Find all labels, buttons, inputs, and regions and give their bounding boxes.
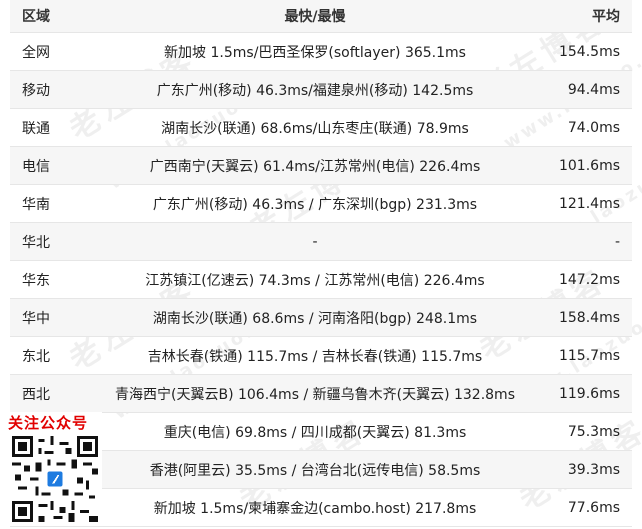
cell-average: - <box>614 233 620 250</box>
header-region: 区域 <box>22 9 50 25</box>
promo-title: 关注公众号 <box>8 414 89 432</box>
table-row: 华中 湖南长沙(联通) 68.6ms / 河南洛阳(bgp) 248.1ms 158… <box>10 299 632 337</box>
cell-fastest-slowest: - <box>312 233 318 250</box>
cell-region: 移动 <box>22 82 50 99</box>
cell-region: 联通 <box>22 120 50 137</box>
table-row: 华南 广东广州(移动) 46.3ms / 广东深圳(bgp) 231.3ms 121… <box>10 185 632 223</box>
cell-fastest-slowest: 江苏镇江(亿速云) 74.3ms / 江苏常州(电信) 226.4ms <box>145 272 485 289</box>
cell-average: 75.3ms <box>567 423 620 440</box>
table-row: 电信 广西南宁(天翼云) 61.4ms/江苏常州(电信) 226.4ms 101.6… <box>10 147 632 185</box>
table-row: 香港(阿里云) 35.5ms / 台湾台北(远传电信) 58.5ms 39.3ms <box>10 451 632 489</box>
table-row: 华东 江苏镇江(亿速云) 74.3ms / 江苏常州(电信) 226.4ms 147… <box>10 261 632 299</box>
cell-fastest-slowest: 新加坡 1.5ms/柬埔寨金边(cambo.host) 217.8ms <box>153 500 477 517</box>
table-header-row: 区域 最快/最慢 平均 <box>10 0 632 33</box>
cell-fastest-slowest: 湖南长沙(联通) 68.6ms/山东枣庄(联通) 78.9ms <box>161 120 469 137</box>
cell-region: 电信 <box>22 158 50 175</box>
cell-fastest-slowest: 广东广州(移动) 46.3ms/福建泉州(移动) 142.5ms <box>156 82 474 99</box>
cell-average: 115.7ms <box>558 347 620 364</box>
qr-code-icon <box>12 436 98 522</box>
cell-region: 华中 <box>22 310 50 327</box>
cell-fastest-slowest: 重庆(电信) 69.8ms / 四川成都(天翼云) 81.3ms <box>163 424 467 441</box>
table-row: 东北 吉林长春(铁通) 115.7ms / 吉林长春(铁通) 115.7ms 115… <box>10 337 632 375</box>
table-row: 全网 新加坡 1.5ms/巴西圣保罗(softlayer) 365.1ms 154.… <box>10 33 632 71</box>
cell-fastest-slowest: 香港(阿里云) 35.5ms / 台湾台北(远传电信) 58.5ms <box>149 462 481 479</box>
cell-region: 华北 <box>22 234 50 251</box>
cell-fastest-slowest: 青海西宁(天翼云B) 106.4ms / 新疆乌鲁木齐(天翼云) 132.8ms <box>115 386 515 403</box>
cell-average: 119.6ms <box>558 385 620 402</box>
cell-region: 全网 <box>22 44 50 61</box>
cell-fastest-slowest: 广西南宁(天翼云) 61.4ms/江苏常州(电信) 226.4ms <box>149 158 481 175</box>
promo-qr-overlay: 关注公众号 <box>2 412 102 524</box>
latency-table: 区域 最快/最慢 平均 全网 新加坡 1.5ms/巴西圣保罗(softlayer)… <box>10 0 632 527</box>
cell-region: 东北 <box>22 348 50 365</box>
cell-region: 华东 <box>22 272 50 289</box>
table-row: 重庆(电信) 69.8ms / 四川成都(天翼云) 81.3ms 75.3ms <box>10 413 632 451</box>
cell-fastest-slowest: 新加坡 1.5ms/巴西圣保罗(softlayer) 365.1ms <box>164 44 466 61</box>
cell-fastest-slowest: 湖南长沙(联通) 68.6ms / 河南洛阳(bgp) 248.1ms <box>152 310 478 327</box>
cell-average: 94.4ms <box>567 81 620 98</box>
cell-average: 158.4ms <box>558 309 620 326</box>
cell-average: 39.3ms <box>567 461 620 478</box>
table-row: 西北 青海西宁(天翼云B) 106.4ms / 新疆乌鲁木齐(天翼云) 132.8… <box>10 375 632 413</box>
table-row: 新加坡 1.5ms/柬埔寨金边(cambo.host) 217.8ms 77.6m… <box>10 489 632 527</box>
cell-average: 77.6ms <box>567 499 620 516</box>
cell-region: 西北 <box>22 386 50 403</box>
cell-average: 121.4ms <box>558 195 620 212</box>
table-row: 华北 - - <box>10 223 632 261</box>
cell-fastest-slowest: 广东广州(移动) 46.3ms / 广东深圳(bgp) 231.3ms <box>152 196 478 213</box>
cell-average: 154.5ms <box>558 43 620 60</box>
table-row: 联通 湖南长沙(联通) 68.6ms/山东枣庄(联通) 78.9ms 74.0ms <box>10 109 632 147</box>
cell-region: 华南 <box>22 196 50 213</box>
header-fastest-slowest: 最快/最慢 <box>284 9 346 25</box>
cell-fastest-slowest: 吉林长春(铁通) 115.7ms / 吉林长春(铁通) 115.7ms <box>147 348 483 365</box>
cell-average: 74.0ms <box>567 119 620 136</box>
cell-average: 101.6ms <box>558 157 620 174</box>
table-row: 移动 广东广州(移动) 46.3ms/福建泉州(移动) 142.5ms 94.4ms <box>10 71 632 109</box>
header-average: 平均 <box>592 9 620 25</box>
cell-average: 147.2ms <box>558 271 620 288</box>
